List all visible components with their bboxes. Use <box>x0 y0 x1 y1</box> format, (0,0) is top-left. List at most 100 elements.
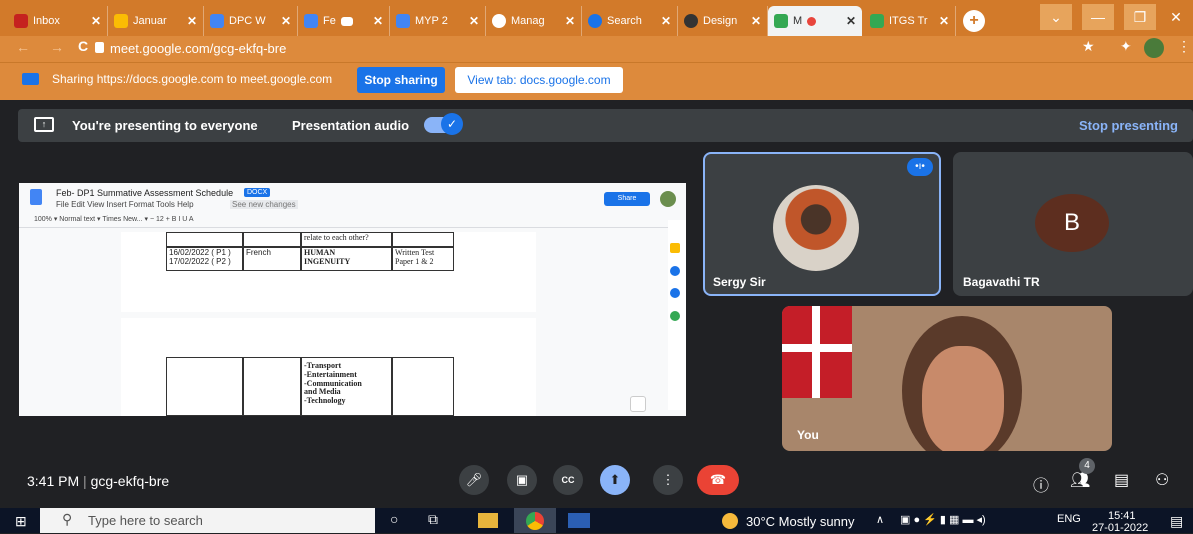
crest-cross <box>812 306 820 398</box>
activities-icon[interactable]: ⚇ <box>1155 470 1169 490</box>
meeting-time: 3:41 PM | gcg-ekfq-bre <box>27 473 170 489</box>
captions-button[interactable]: CC <box>553 465 583 495</box>
new-tab-button[interactable]: + <box>963 10 985 32</box>
participant-name: You <box>797 428 819 442</box>
menu-dots-icon[interactable]: ⋮ <box>1177 38 1191 55</box>
table-cell-topics: -Transport -Entertainment -Communication… <box>301 357 392 416</box>
weather-sun-icon <box>722 513 738 529</box>
language-indicator[interactable]: ENG <box>1057 513 1081 525</box>
table-cell <box>243 232 301 247</box>
close-window-button[interactable]: ✕ <box>1160 4 1192 30</box>
close-icon[interactable]: ✕ <box>661 14 671 28</box>
doc-menu[interactable]: File Edit View Insert Format Tools Help <box>56 200 194 209</box>
table-cell-theme: HUMAN INGENUITY <box>301 247 392 271</box>
participant-name: Bagavathi TR <box>963 275 1040 289</box>
view-tab-button[interactable]: View tab: docs.google.com <box>455 67 623 93</box>
tray-icons[interactable]: ▣ ● ⚡ ▮ ▦ ▬ ◂) <box>900 513 986 526</box>
clock-date[interactable]: 27-01-2022 <box>1092 522 1148 534</box>
tab-inbox[interactable]: Inbox ✕ <box>8 6 108 36</box>
tab-search-dropdown-button[interactable]: ⌄ <box>1040 4 1072 30</box>
table-cell <box>166 357 243 416</box>
gmail-icon <box>14 14 28 28</box>
table-cell-subject: French <box>243 247 301 271</box>
microphone-button[interactable]: 🎤︎ <box>459 465 489 495</box>
camera-button[interactable]: ▣ <box>507 465 537 495</box>
minimize-button[interactable]: — <box>1082 4 1114 30</box>
meeting-details-icon[interactable]: ⓘ <box>1033 472 1049 496</box>
close-icon[interactable]: ✕ <box>751 14 761 28</box>
weather-text[interactable]: 30°C Mostly sunny <box>746 514 855 529</box>
cortana-icon[interactable]: ○ <box>390 511 398 527</box>
close-icon[interactable]: ✕ <box>469 14 479 28</box>
chat-icon[interactable]: ▤ <box>1114 470 1129 490</box>
recording-icon <box>340 16 353 26</box>
browser-tab-bar: Inbox ✕ Januar ✕ DPC W ✕ Fe ✕ MYP 2 ✕ Manag ✕ … <box>0 0 1193 36</box>
notification-icon[interactable]: ▤ <box>1170 513 1183 530</box>
tab-fe[interactable]: Fe ✕ <box>298 6 390 36</box>
tab-meet[interactable]: M ✕ <box>768 6 862 36</box>
stop-presenting-button[interactable]: Stop presenting <box>1079 118 1178 133</box>
search-icon: ⚲ <box>62 511 73 527</box>
tab-january[interactable]: Januar ✕ <box>108 6 204 36</box>
close-icon[interactable]: ✕ <box>846 14 856 28</box>
contacts-icon[interactable] <box>670 288 680 298</box>
lock-icon <box>95 42 104 53</box>
table-cell-mode: Written Test Paper 1 & 2 <box>392 247 454 271</box>
reload-icon[interactable]: C <box>78 38 88 54</box>
maximize-button[interactable]: ❐ <box>1124 4 1156 30</box>
table-cell-date: 16/02/2022 ( P1 ) 17/02/2022 ( P2 ) <box>166 247 243 271</box>
leave-call-button[interactable]: ☎ <box>697 465 739 495</box>
avatar <box>773 185 859 271</box>
table-cell <box>392 357 454 416</box>
more-options-button[interactable]: ⋮ <box>653 465 683 495</box>
profile-avatar[interactable] <box>1144 38 1164 58</box>
url-text[interactable]: meet.google.com/gcg-ekfq-bre <box>110 39 1010 59</box>
close-icon[interactable]: ✕ <box>91 14 101 28</box>
word-icon[interactable] <box>568 513 590 528</box>
present-screen-icon: ↑ <box>34 117 54 132</box>
maps-icon[interactable] <box>670 311 680 321</box>
sharing-message: Sharing https://docs.google.com to meet.… <box>52 72 333 86</box>
toolbar-divider <box>19 227 669 228</box>
tasks-icon[interactable] <box>670 266 680 276</box>
clock-time[interactable]: 15:41 <box>1108 510 1136 522</box>
table-cell <box>243 357 301 416</box>
doc-toolbar[interactable]: 100% ▾ Normal text ▾ Times New... ▾ − 12… <box>34 215 194 223</box>
doc-avatar <box>660 191 676 207</box>
close-icon[interactable]: ✕ <box>565 14 575 28</box>
tab-manage[interactable]: Manag ✕ <box>486 6 582 36</box>
taskbar-search-input[interactable]: Type here to search <box>40 508 375 533</box>
tab-search[interactable]: Search ✕ <box>582 6 678 36</box>
task-view-icon[interactable]: ⧉ <box>428 511 438 528</box>
tray-chevron-icon[interactable]: ∧ <box>876 513 884 526</box>
participant-name: Sergy Sir <box>713 275 766 289</box>
present-now-button[interactable]: ⬆ <box>600 465 630 495</box>
back-icon[interactable]: ← <box>16 39 30 55</box>
close-icon[interactable]: ✕ <box>281 14 291 28</box>
tab-myp[interactable]: MYP 2 ✕ <box>390 6 486 36</box>
close-icon[interactable]: ✕ <box>939 14 949 28</box>
extensions-icon[interactable]: ✦ <box>1120 38 1132 55</box>
see-new-changes[interactable]: See new changes <box>230 200 298 209</box>
forward-icon[interactable]: → <box>50 39 64 55</box>
search-site-icon <box>588 14 602 28</box>
windows-start-icon[interactable]: ⊞ <box>15 513 27 530</box>
close-icon[interactable]: ✕ <box>373 14 383 28</box>
doc-share-button[interactable]: Share <box>604 192 650 206</box>
docs-icon <box>304 14 318 28</box>
tab-itgs[interactable]: ITGS Tr ✕ <box>864 6 956 36</box>
file-explorer-icon[interactable] <box>478 513 498 528</box>
check-icon: ✓ <box>441 113 463 135</box>
globe-icon <box>492 14 506 28</box>
bookmark-star-icon[interactable]: ★ <box>1082 38 1095 55</box>
tab-design[interactable]: Design ✕ <box>678 6 768 36</box>
share-screen-icon <box>22 73 39 85</box>
tab-dpc[interactable]: DPC W ✕ <box>204 6 298 36</box>
crest-cross <box>782 344 852 352</box>
meet-icon <box>774 14 788 28</box>
stop-sharing-button[interactable]: Stop sharing <box>357 67 445 93</box>
explore-icon[interactable] <box>630 396 646 412</box>
keep-icon[interactable] <box>670 243 680 253</box>
close-icon[interactable]: ✕ <box>187 14 197 28</box>
self-view-tile[interactable] <box>782 306 1112 451</box>
